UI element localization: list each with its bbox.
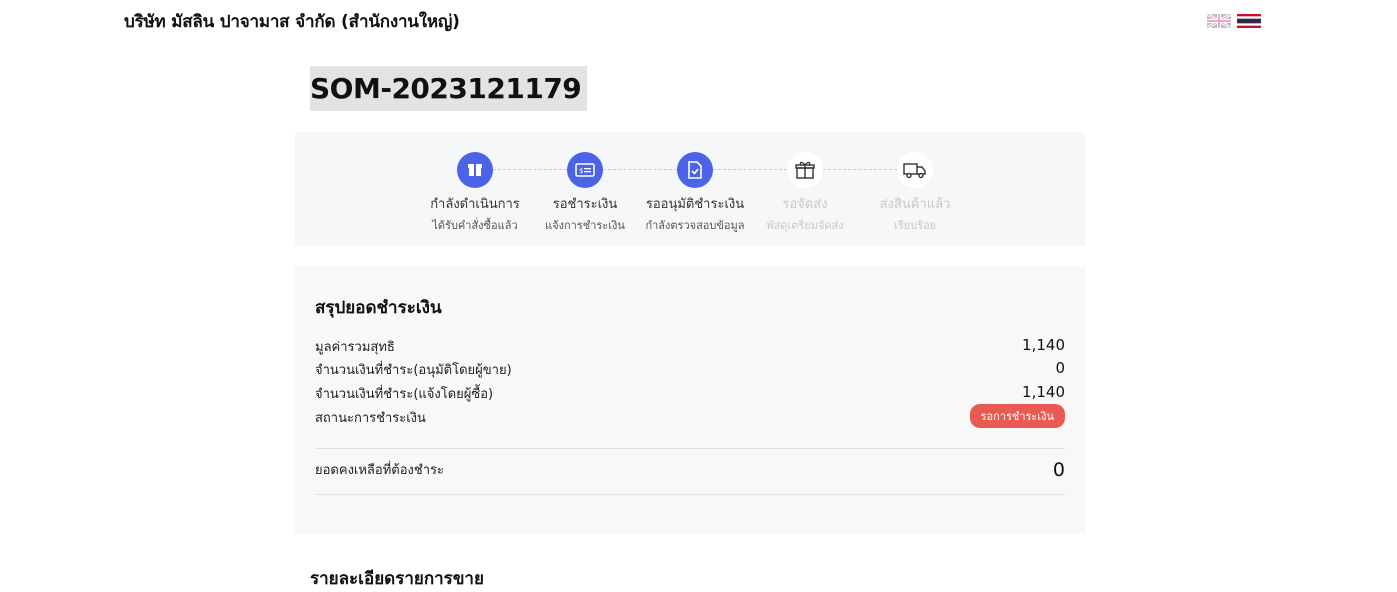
sale-details-heading: รายละเอียดรายการขาย <box>310 569 484 589</box>
order-progress-stepper: กำลังดำเนินการ ได้รับคำสั่งซื้อแล้ว $ รอ… <box>295 132 1085 246</box>
paid-approved-value: 0 <box>1055 359 1065 377</box>
net-total-row: มูลค่ารวมสุทธิ 1,140 <box>315 336 1065 356</box>
step-subtitle: พัสดุเตรียมจัดส่ง <box>766 219 844 232</box>
order-number: SOM-2023121179 <box>310 66 588 111</box>
paid-approved-label: จำนวนเงินที่ชำระ(อนุมัติโดยผู้ขาย) <box>315 363 512 378</box>
net-total-label: มูลค่ารวมสุทธิ <box>315 340 395 355</box>
step-title: รออนุมัติชำระเงิน <box>645 197 745 212</box>
status-badge: รอการชำระเงิน <box>969 404 1065 428</box>
step-subtitle: กำลังตรวจสอบข้อมูล <box>645 219 745 232</box>
document-check-icon <box>677 152 713 188</box>
step-shipped: ส่งสินค้าแล้ว เรียบร้อย <box>855 152 975 234</box>
step-title: กำลังดำเนินการ <box>430 197 520 212</box>
paid-reported-value: 1,140 <box>1022 383 1065 401</box>
payment-status-label: สถานะการชำระเงิน <box>315 411 426 426</box>
payment-status-row: สถานะการชำระเงิน รอการชำระเงิน <box>315 404 1065 428</box>
step-subtitle: ได้รับคำสั่งซื้อแล้ว <box>432 219 518 232</box>
company-name: บริษัท มัสลิน ปาจามาส จำกัด (สำนักงานใหญ… <box>124 12 460 32</box>
delivery-truck-icon <box>897 152 933 188</box>
step-awaiting-shipment: รอจัดส่ง พัสดุเตรียมจัดส่ง <box>745 152 865 234</box>
summary-title: สรุปยอดชำระเงิน <box>315 298 442 318</box>
english-flag-icon[interactable] <box>1207 14 1231 28</box>
store-box-icon <box>457 152 493 188</box>
paid-reported-row: จำนวนเงินที่ชำระ(แจ้งโดยผู้ซื้อ) 1,140 <box>315 383 1065 403</box>
payment-summary-panel: สรุปยอดชำระเงิน มูลค่ารวมสุทธิ 1,140 จำน… <box>295 266 1085 534</box>
paid-reported-label: จำนวนเงินที่ชำระ(แจ้งโดยผู้ซื้อ) <box>315 387 494 402</box>
remaining-value: 0 <box>1052 459 1065 481</box>
thai-flag-icon[interactable] <box>1237 14 1261 28</box>
step-awaiting-payment: $ รอชำระเงิน แจ้งการชำระเงิน <box>525 152 645 234</box>
svg-text:$: $ <box>579 167 583 175</box>
step-title: รอชำระเงิน <box>552 197 618 212</box>
step-awaiting-approval: รออนุมัติชำระเงิน กำลังตรวจสอบข้อมูล <box>635 152 755 234</box>
step-title: ส่งสินค้าแล้ว <box>879 197 951 212</box>
net-total-value: 1,140 <box>1022 336 1065 354</box>
step-title: รอจัดส่ง <box>782 197 828 212</box>
gift-box-icon <box>787 152 823 188</box>
payment-card-icon: $ <box>567 152 603 188</box>
summary-divider <box>315 448 1065 449</box>
step-subtitle: เรียบร้อย <box>893 219 937 232</box>
paid-approved-row: จำนวนเงินที่ชำระ(อนุมัติโดยผู้ขาย) 0 <box>315 359 1065 379</box>
remaining-label: ยอดคงเหลือที่ต้องชำระ <box>315 463 444 478</box>
remaining-balance-row: ยอดคงเหลือที่ต้องชำระ 0 <box>315 459 1065 485</box>
step-subtitle: แจ้งการชำระเงิน <box>545 219 625 232</box>
summary-divider <box>315 494 1065 495</box>
language-switcher <box>1207 14 1261 28</box>
step-processing: กำลังดำเนินการ ได้รับคำสั่งซื้อแล้ว <box>415 152 535 234</box>
